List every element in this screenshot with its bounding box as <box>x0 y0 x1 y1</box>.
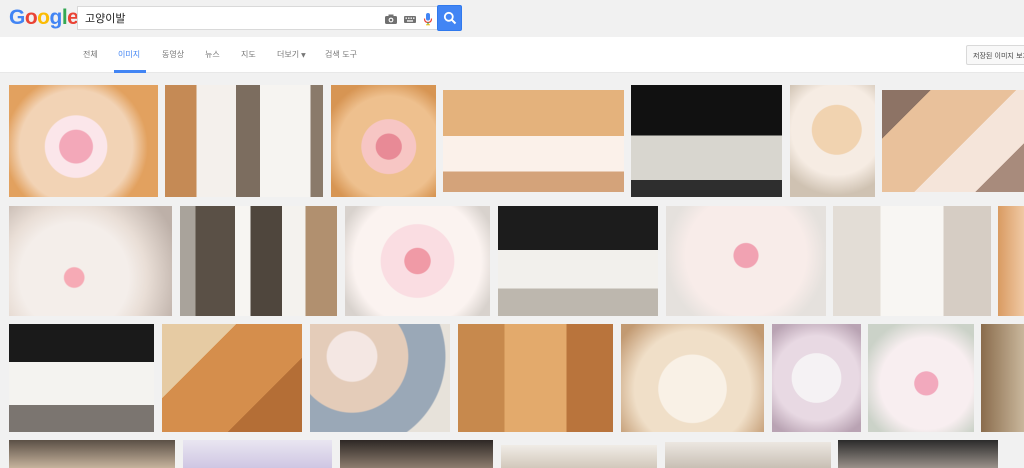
logo-letter: o <box>37 6 50 29</box>
image-result[interactable] <box>631 85 782 197</box>
logo-letter: G <box>9 6 25 29</box>
tab-images[interactable]: 이미지 <box>118 49 140 60</box>
keyboard-icon[interactable] <box>403 11 417 25</box>
image-result[interactable] <box>340 440 493 468</box>
image-result[interactable] <box>458 324 613 432</box>
image-result[interactable] <box>665 442 831 468</box>
image-result[interactable] <box>443 90 624 192</box>
search-icon <box>443 11 457 25</box>
image-result[interactable] <box>868 324 974 432</box>
image-result[interactable] <box>833 206 991 316</box>
image-result[interactable] <box>498 206 658 316</box>
logo-letter: g <box>49 6 63 29</box>
image-result[interactable] <box>790 85 875 197</box>
image-results-grid <box>0 73 1024 468</box>
image-result[interactable] <box>9 324 154 432</box>
image-result[interactable] <box>331 85 436 197</box>
saved-images-button[interactable]: 저장된 이미지 보기 <box>966 45 1024 65</box>
logo-letter: o <box>24 6 38 29</box>
microphone-icon[interactable] <box>421 11 435 26</box>
image-result[interactable] <box>981 324 1024 432</box>
image-result[interactable] <box>183 440 332 468</box>
image-result[interactable] <box>838 440 998 468</box>
google-logo[interactable]: Google <box>9 6 79 30</box>
image-result[interactable] <box>998 206 1024 316</box>
search-box <box>77 6 437 30</box>
search-button[interactable] <box>437 5 462 31</box>
image-result[interactable] <box>165 85 323 197</box>
tab-search-tools[interactable]: 검색 도구 <box>325 49 357 60</box>
header-bar: Google <box>0 0 1024 37</box>
camera-icon[interactable] <box>384 11 398 25</box>
image-result[interactable] <box>882 90 1024 192</box>
tab-more[interactable]: 더보기 ▼ <box>277 49 306 60</box>
image-result[interactable] <box>9 206 172 316</box>
tab-maps[interactable]: 지도 <box>241 49 256 60</box>
search-input[interactable] <box>85 9 375 27</box>
caret-down-icon: ▼ <box>301 52 306 59</box>
image-result[interactable] <box>162 324 302 432</box>
image-result[interactable] <box>310 324 450 432</box>
tab-videos[interactable]: 동영상 <box>162 49 184 60</box>
image-result[interactable] <box>501 445 657 468</box>
tab-all[interactable]: 전체 <box>83 49 98 60</box>
image-result[interactable] <box>345 206 490 316</box>
search-tabs: 전체 이미지 동영상 뉴스 지도 더보기 ▼ 검색 도구 저장된 이미지 보기 <box>0 37 1024 73</box>
tab-more-label: 더보기 <box>277 50 300 59</box>
tab-news[interactable]: 뉴스 <box>205 49 220 60</box>
image-result[interactable] <box>666 206 826 316</box>
image-result[interactable] <box>9 85 158 197</box>
image-result[interactable] <box>621 324 764 432</box>
image-result[interactable] <box>9 440 175 468</box>
image-result[interactable] <box>180 206 337 316</box>
image-result[interactable] <box>772 324 861 432</box>
